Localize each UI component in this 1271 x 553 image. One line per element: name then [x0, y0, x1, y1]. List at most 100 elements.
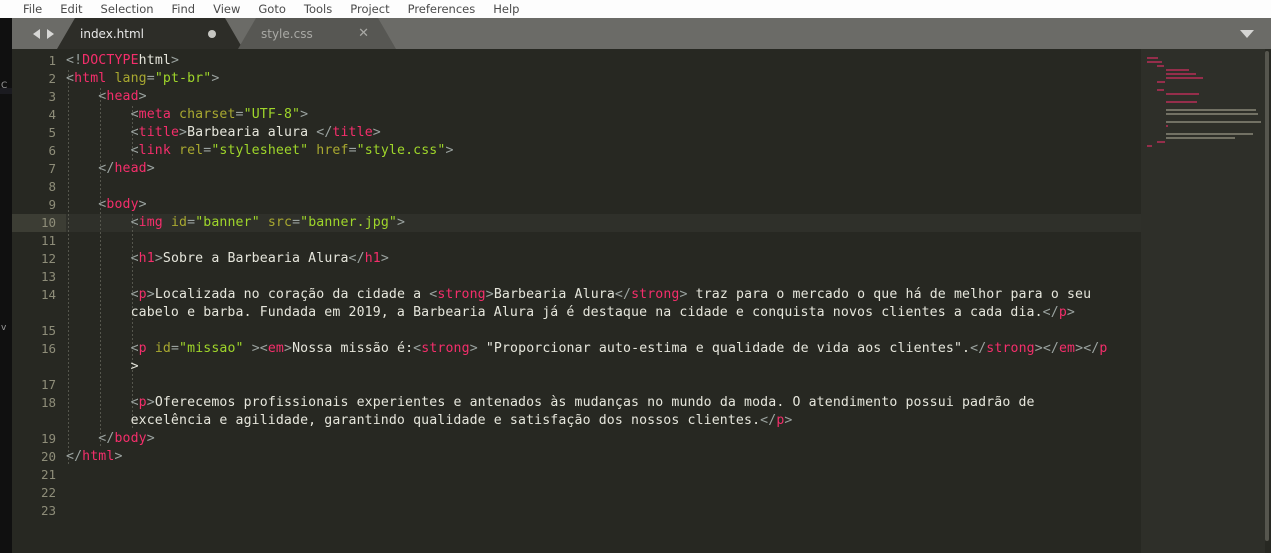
code-line[interactable]: </body> [66, 430, 1141, 448]
arrow-right-icon[interactable] [46, 28, 54, 39]
minimap-line [1166, 77, 1203, 79]
minimap-line [1156, 141, 1166, 143]
background-glyph: v [1, 323, 7, 333]
menu-item-tools[interactable]: Tools [295, 2, 341, 16]
line-number: 10 [40, 215, 56, 230]
chevron-down-icon[interactable] [1240, 30, 1254, 38]
code-line[interactable]: <title>Barbearia alura </title> [66, 124, 1141, 142]
menu-item-file[interactable]: File [14, 2, 51, 16]
menu-item-edit[interactable]: Edit [51, 2, 91, 16]
minimap-line [1166, 137, 1235, 139]
tab-body: index.html [75, 18, 225, 49]
tab-slant-left [238, 18, 256, 49]
code-line[interactable]: excelência e agilidade, garantindo quali… [66, 412, 1141, 430]
code-line[interactable]: <p id="missao" ><em>Nossa missão é:<stro… [66, 340, 1141, 358]
minimap-line [1147, 145, 1153, 147]
minimap-line [1147, 61, 1162, 63]
minimap-line [1166, 125, 1169, 127]
line-number: 22 [40, 485, 56, 500]
sublime-text-window: C v File Edit Selection Find View Goto T… [0, 0, 1271, 553]
minimap-line [1166, 113, 1258, 115]
line-number: 11 [40, 233, 56, 248]
code-line[interactable] [66, 466, 1141, 484]
line-number: 17 [40, 377, 56, 392]
minimap[interactable] [1141, 49, 1271, 553]
code-line[interactable]: cabelo e barba. Fundada em 2019, a Barbe… [66, 304, 1141, 322]
minimap-viewport[interactable] [1141, 49, 1265, 553]
line-number: 2 [48, 71, 56, 86]
tab-style-css[interactable]: style.css ✕ [238, 18, 396, 49]
minimap-line [1166, 69, 1190, 71]
minimap-line [1166, 73, 1196, 75]
tab-slant-left [57, 18, 75, 49]
code-line[interactable] [66, 178, 1141, 196]
line-number: 13 [40, 269, 56, 284]
line-number: 23 [40, 503, 56, 518]
code-area[interactable]: <!DOCTYPEhtml> <html lang="pt-br"> <head>… [66, 49, 1141, 553]
code-line[interactable]: <!DOCTYPEhtml> [66, 52, 1141, 70]
arrow-left-icon[interactable] [32, 28, 40, 39]
code-line[interactable] [66, 376, 1141, 394]
minimap-line [1147, 57, 1158, 59]
line-number: 14 [40, 287, 56, 302]
menu-bar: File Edit Selection Find View Goto Tools… [0, 0, 1271, 18]
modified-dot-icon[interactable] [208, 29, 216, 38]
line-number: 18 [40, 395, 56, 410]
line-number: 6 [48, 143, 56, 158]
line-number-gutter: 1 2 3 4 5 6 7 8 9 10 11 12 13 14 15 16 17 18 19 20 21 22 23 [12, 49, 66, 553]
vertical-scrollbar[interactable] [1265, 51, 1269, 541]
minimap-line [1166, 121, 1261, 123]
minimap-line [1166, 101, 1198, 103]
line-number: 7 [48, 161, 56, 176]
tab-slant-right [378, 18, 396, 49]
editor-pane[interactable]: 1 2 3 4 5 6 7 8 9 10 11 12 13 14 15 16 17 18 19 20 21 22 23 <!… [12, 49, 1271, 553]
code-line[interactable]: <p>Localizada no coração da cidade a <st… [66, 286, 1141, 304]
background-window-edge: C v [0, 18, 12, 553]
background-glyph: C [1, 81, 8, 91]
line-number: 4 [48, 107, 56, 122]
line-number: 19 [40, 431, 56, 446]
line-number: 20 [40, 449, 56, 464]
line-number: 16 [40, 341, 56, 356]
code-line[interactable] [66, 484, 1141, 502]
code-line[interactable]: <img id="banner" src="banner.jpg"> [66, 214, 1141, 232]
code-line[interactable] [66, 502, 1141, 520]
code-line[interactable]: <head> [66, 88, 1141, 106]
tab-bar: index.html style.css ✕ [12, 18, 1271, 49]
tab-body: style.css ✕ [256, 18, 378, 49]
menu-item-project[interactable]: Project [341, 2, 398, 16]
tab-label-style-css: style.css [261, 26, 313, 41]
tab-label-index-html: index.html [80, 26, 144, 41]
menu-item-find[interactable]: Find [163, 2, 205, 16]
code-line[interactable]: <h1>Sobre a Barbearia Alura</h1> [66, 250, 1141, 268]
minimap-line [1166, 133, 1254, 135]
menu-item-goto[interactable]: Goto [249, 2, 295, 16]
menu-item-view[interactable]: View [204, 2, 249, 16]
code-line[interactable]: </html> [66, 448, 1141, 466]
minimap-line [1156, 65, 1165, 67]
code-line[interactable]: </head> [66, 160, 1141, 178]
minimap-line [1166, 109, 1257, 111]
minimap-line [1156, 81, 1166, 83]
close-icon[interactable]: ✕ [358, 27, 369, 40]
minimap-line [1156, 89, 1165, 91]
code-line[interactable]: <html lang="pt-br"> [66, 70, 1141, 88]
code-line[interactable] [66, 268, 1141, 286]
code-line[interactable]: <link rel="stylesheet" href="style.css"> [66, 142, 1141, 160]
tab-index-html[interactable]: index.html [57, 18, 243, 49]
line-number: 15 [40, 323, 56, 338]
line-number: 3 [48, 89, 56, 104]
line-number: 9 [48, 197, 56, 212]
code-line[interactable] [66, 232, 1141, 250]
code-line[interactable]: <p>Oferecemos profissionais experientes … [66, 394, 1141, 412]
code-line[interactable]: <meta charset="UTF-8"> [66, 106, 1141, 124]
line-number: 21 [40, 467, 56, 482]
code-line[interactable]: > [66, 358, 1141, 376]
menu-item-selection[interactable]: Selection [92, 2, 163, 16]
menu-item-preferences[interactable]: Preferences [399, 2, 485, 16]
line-number: 1 [48, 53, 56, 68]
line-number: 5 [48, 125, 56, 140]
code-line[interactable] [66, 322, 1141, 340]
code-line[interactable]: <body> [66, 196, 1141, 214]
menu-item-help[interactable]: Help [484, 2, 528, 16]
